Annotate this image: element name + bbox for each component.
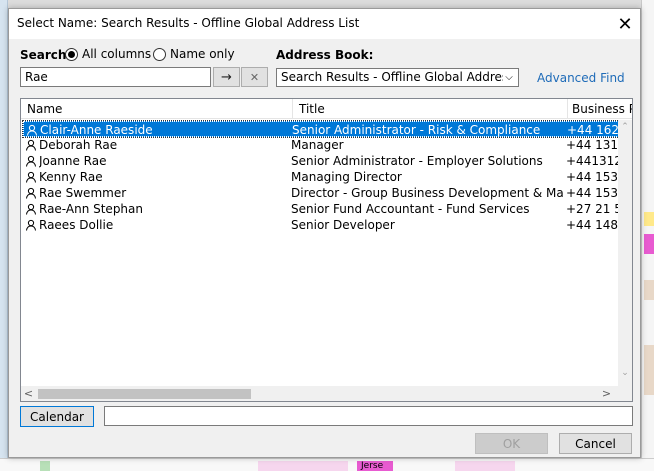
radio-selected-icon <box>65 47 78 61</box>
cell-business-phone: +4413122 <box>566 154 619 168</box>
calendar-button[interactable]: Calendar <box>20 406 94 427</box>
selected-recipients-field[interactable] <box>104 406 633 426</box>
person-icon <box>25 171 37 183</box>
cell-title: Senior Fund Accountant - Fund Services <box>291 202 530 216</box>
radio-all-columns[interactable]: All columns <box>65 47 151 61</box>
cell-title: Senior Administrator - Employer Solution… <box>291 154 543 168</box>
cell-name: Raees Dollie <box>39 218 114 232</box>
table-row[interactable]: Joanne Rae Senior Administrator - Employe… <box>23 153 619 169</box>
radio-name-only[interactable]: Name only <box>153 47 235 61</box>
cell-business-phone: +44 1481 <box>566 218 619 232</box>
go-button[interactable]: → <box>213 67 240 87</box>
person-icon <box>25 203 37 215</box>
dialog-title: Select Name: Search Results - Offline Gl… <box>17 16 360 30</box>
table-row[interactable]: Kenny Rae Managing Director +44 1534 <box>23 169 619 185</box>
title-bar: Select Name: Search Results - Offline Gl… <box>9 9 640 39</box>
search-label: Search: <box>20 48 72 62</box>
radio-all-columns-label: All columns <box>82 47 152 61</box>
search-input[interactable]: Rae <box>20 67 211 87</box>
horizontal-scrollbar[interactable]: < > <box>21 386 618 401</box>
scroll-right-icon[interactable]: > <box>599 386 614 401</box>
radio-name-only-label: Name only <box>170 47 235 61</box>
background-calendar-strip: Jerse <box>0 458 654 471</box>
table-row[interactable]: Rae Swemmer Director - Group Business Dev… <box>23 185 619 201</box>
cell-title: Senior Administrator - Risk & Compliance <box>292 123 541 137</box>
ok-button[interactable]: OK <box>475 433 548 454</box>
cell-business-phone: +44 1624 <box>567 123 620 137</box>
table-row[interactable]: Rae-Ann Stephan Senior Fund Accountant - … <box>23 201 619 217</box>
cell-business-phone: +44 1534 <box>566 186 619 200</box>
column-header-business-phone[interactable]: Business Ph <box>567 99 632 119</box>
address-book-select[interactable]: Search Results - Offline Global Address … <box>276 68 519 87</box>
column-header-name[interactable]: Name <box>21 99 292 119</box>
cell-name: Deborah Rae <box>39 138 118 152</box>
horizontal-scroll-thumb[interactable] <box>38 389 251 399</box>
scroll-down-icon[interactable]: ⌄ <box>618 366 632 380</box>
person-icon <box>25 187 37 199</box>
close-button[interactable]: ✕ <box>610 9 640 39</box>
table-row[interactable]: Deborah Rae Manager +44 131 2 <box>23 137 619 153</box>
arrow-right-icon: → <box>221 69 232 85</box>
cell-title: Director - Group Business Development & … <box>291 186 563 200</box>
radio-unselected-icon <box>153 47 166 61</box>
background-right-pane <box>641 0 654 471</box>
close-icon: ✕ <box>617 13 633 35</box>
select-name-dialog: Select Name: Search Results - Offline Gl… <box>8 8 641 458</box>
chevron-down-icon: ⌵ <box>503 69 515 86</box>
cell-name: Kenny Rae <box>39 170 103 184</box>
cell-name: Rae-Ann Stephan <box>39 202 143 216</box>
table-row[interactable]: Clair-Anne Raeside Senior Administrator -… <box>22 120 620 138</box>
person-icon <box>26 124 38 136</box>
cell-title: Managing Director <box>291 170 402 184</box>
cell-name: Joanne Rae <box>39 154 107 168</box>
background-chip: Jerse <box>357 461 393 471</box>
cell-name: Clair-Anne Raeside <box>40 123 153 137</box>
cell-business-phone: +44 1534 <box>566 170 619 184</box>
cell-title: Senior Developer <box>291 218 395 232</box>
cell-name: Rae Swemmer <box>39 186 127 200</box>
list-header: Name Title Business Ph <box>21 99 632 119</box>
background-left-pane <box>0 0 8 471</box>
cell-title: Manager <box>291 138 344 152</box>
column-header-title[interactable]: Title <box>292 99 567 119</box>
person-icon <box>25 139 37 151</box>
cell-business-phone: +44 131 2 <box>566 138 619 152</box>
address-book-label: Address Book: <box>276 48 374 62</box>
person-icon <box>25 155 37 167</box>
results-list[interactable]: Name Title Business Ph Clair-Anne Raesid… <box>20 98 633 402</box>
vertical-scrollbar[interactable]: ⌃ ⌄ <box>618 120 632 401</box>
clear-icon: ✕ <box>249 70 260 84</box>
scroll-left-icon[interactable]: < <box>21 386 36 401</box>
person-icon <box>25 219 37 231</box>
clear-search-button[interactable]: ✕ <box>241 67 268 87</box>
scroll-up-icon[interactable]: ⌃ <box>618 120 632 134</box>
table-row[interactable]: Raees Dollie Senior Developer +44 1481 <box>23 217 619 233</box>
cell-business-phone: +27 21 52 <box>566 202 619 216</box>
address-book-value: Search Results - Offline Global Address … <box>281 70 519 84</box>
advanced-find-link[interactable]: Advanced Find <box>537 71 625 85</box>
cancel-button[interactable]: Cancel <box>559 433 632 454</box>
